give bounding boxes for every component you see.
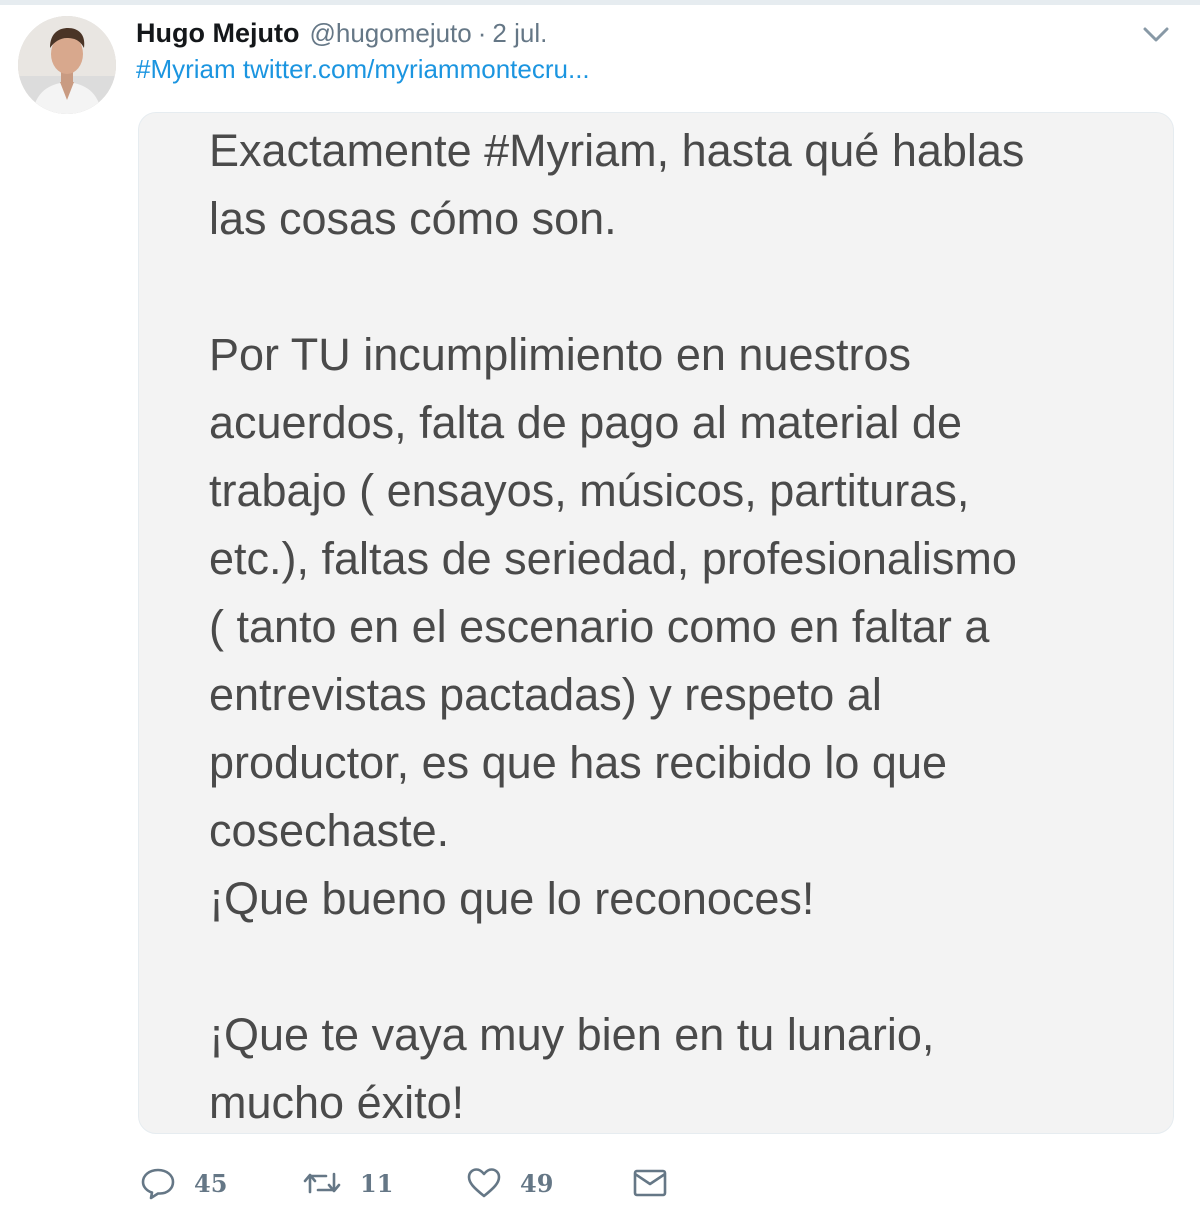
hashtag-link[interactable]: #Myriam xyxy=(136,54,236,84)
like-count: 49 xyxy=(520,1168,554,1198)
image-text-line: Exactamente #Myriam, hasta qué hablas xyxy=(209,125,1025,176)
author-handle[interactable]: @hugomejuto xyxy=(309,18,471,49)
image-text-line: Por TU incumplimiento en nuestros xyxy=(209,329,911,380)
image-text-line xyxy=(209,933,1149,1001)
image-text-line: las cosas cómo son. xyxy=(209,193,617,244)
top-divider xyxy=(0,0,1200,5)
tweet-actions: 45 11 49 xyxy=(140,1158,700,1208)
image-text-line: etc.), faltas de seriedad, profesionalis… xyxy=(209,533,1017,584)
url-link[interactable]: twitter.com/myriammontecru... xyxy=(243,54,590,84)
reply-icon xyxy=(140,1165,176,1201)
image-text: Exactamente #Myriam, hasta qué hablas la… xyxy=(209,117,1149,1133)
image-text-line: productor, es que has recibido lo que xyxy=(209,737,947,788)
tweet-text: #Myriam twitter.com/myriammontecru... xyxy=(136,54,590,85)
image-text-line: acuerdos, falta de pago al material de xyxy=(209,397,962,448)
avatar[interactable] xyxy=(18,16,116,114)
retweet-icon xyxy=(302,1165,342,1201)
retweet-count: 11 xyxy=(360,1168,394,1198)
image-text-line: ¡Que te vaya muy bien en tu lunario, xyxy=(209,1009,935,1060)
like-button[interactable]: 49 xyxy=(466,1158,553,1208)
tweet-image-card[interactable]: Exactamente #Myriam, hasta qué hablas la… xyxy=(138,112,1174,1134)
image-text-line: trabajo ( ensayos, músicos, partituras, xyxy=(209,465,970,516)
envelope-icon xyxy=(632,1165,668,1201)
header-separator: · xyxy=(477,17,487,48)
heart-icon xyxy=(466,1165,502,1201)
chevron-down-icon[interactable] xyxy=(1140,22,1172,46)
author-name[interactable]: Hugo Mejuto xyxy=(136,18,299,49)
tweet-date[interactable]: 2 jul. xyxy=(492,18,547,49)
reply-button[interactable]: 45 xyxy=(140,1158,227,1208)
image-text-line: entrevistas pactadas) y respeto al xyxy=(209,669,882,720)
image-text-line: ¡Que bueno que lo reconoces! xyxy=(209,873,815,924)
image-text-line: cosechaste. xyxy=(209,805,450,856)
tweet-header: Hugo Mejuto @hugomejuto · 2 jul. xyxy=(136,16,547,50)
retweet-button[interactable]: 11 xyxy=(302,1158,393,1208)
image-text-line xyxy=(209,253,1149,321)
image-text-line: ( tanto en el escenario como en faltar a xyxy=(209,601,990,652)
image-text-line: mucho éxito! xyxy=(209,1077,465,1128)
reply-count: 45 xyxy=(194,1168,228,1198)
direct-message-button[interactable] xyxy=(632,1158,668,1208)
